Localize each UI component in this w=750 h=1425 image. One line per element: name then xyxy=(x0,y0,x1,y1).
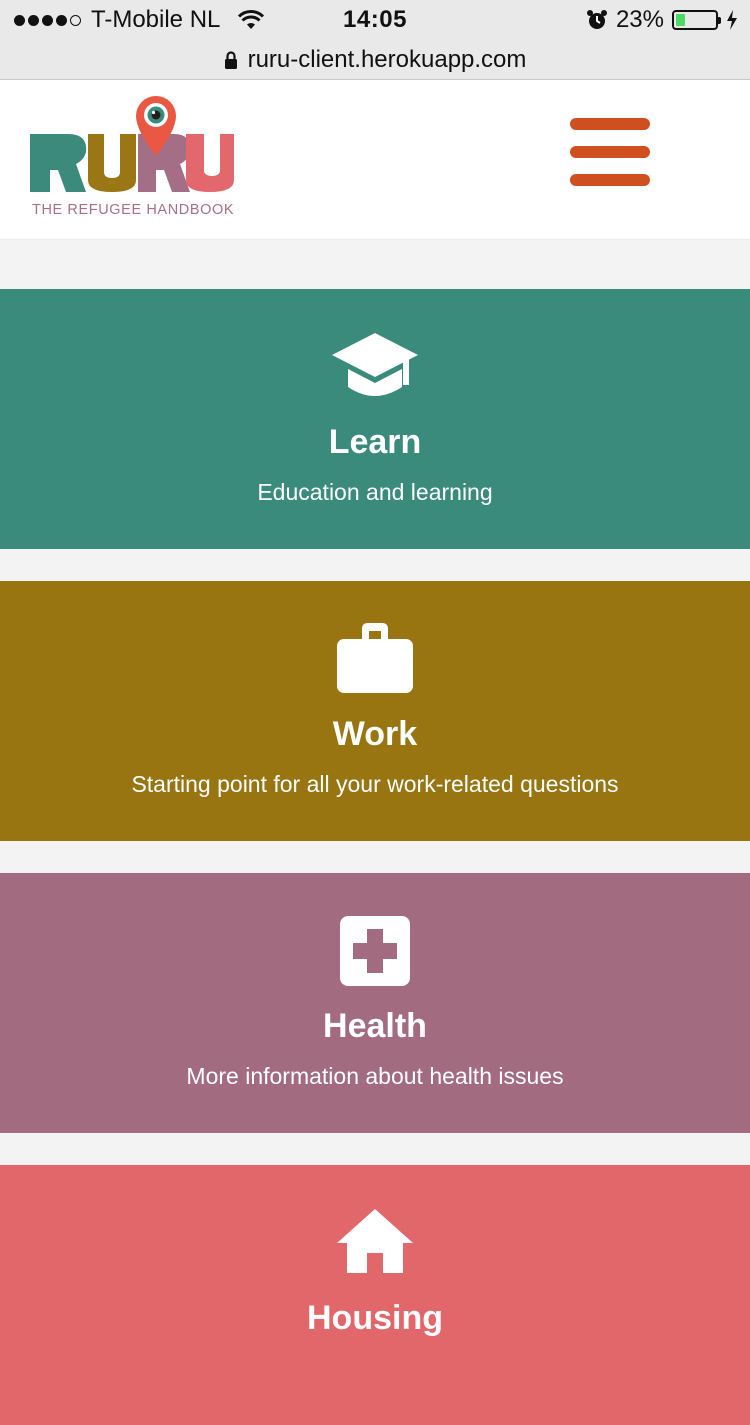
status-bar: T-Mobile NL 14:05 23% xyxy=(0,0,750,40)
app-header: THE REFUGEE HANDBOOK xyxy=(0,80,750,240)
lock-icon xyxy=(224,50,237,69)
url-text: ruru-client.herokuapp.com xyxy=(247,45,527,73)
house-icon xyxy=(0,1207,750,1275)
category-subtitle: Starting point for all your work-related… xyxy=(131,771,619,797)
alarm-icon xyxy=(586,10,607,29)
category-card-learn[interactable]: Learn Education and learning xyxy=(0,289,750,549)
charging-bolt-icon xyxy=(727,10,737,30)
category-title: Housing xyxy=(307,1299,443,1337)
ruru-logo[interactable]: THE REFUGEE HANDBOOK xyxy=(28,94,238,234)
category-title: Health xyxy=(323,1007,427,1045)
category-subtitle: More information about health issues xyxy=(186,1063,564,1089)
category-title: Work xyxy=(332,715,418,753)
logo-tagline: THE REFUGEE HANDBOOK xyxy=(32,202,235,218)
category-subtitle: Education and learning xyxy=(257,479,493,505)
ruru-logo-graphic xyxy=(30,96,234,192)
category-card-health[interactable]: Health More information about health iss… xyxy=(0,873,750,1133)
battery-icon xyxy=(672,10,721,30)
medical-cross-icon xyxy=(0,915,750,987)
briefcase-icon xyxy=(0,621,750,695)
category-title: Learn xyxy=(328,423,422,461)
hamburger-menu-icon[interactable] xyxy=(568,116,652,192)
status-right: 23% xyxy=(586,6,738,34)
address-bar[interactable]: ruru-client.herokuapp.com xyxy=(0,40,750,80)
category-card-housing[interactable]: Housing xyxy=(0,1165,750,1425)
graduation-cap-icon xyxy=(0,331,750,403)
battery-percent: 23% xyxy=(615,6,664,33)
category-card-work[interactable]: Work Starting point for all your work-re… xyxy=(0,581,750,841)
battery-level-fill xyxy=(676,14,685,26)
